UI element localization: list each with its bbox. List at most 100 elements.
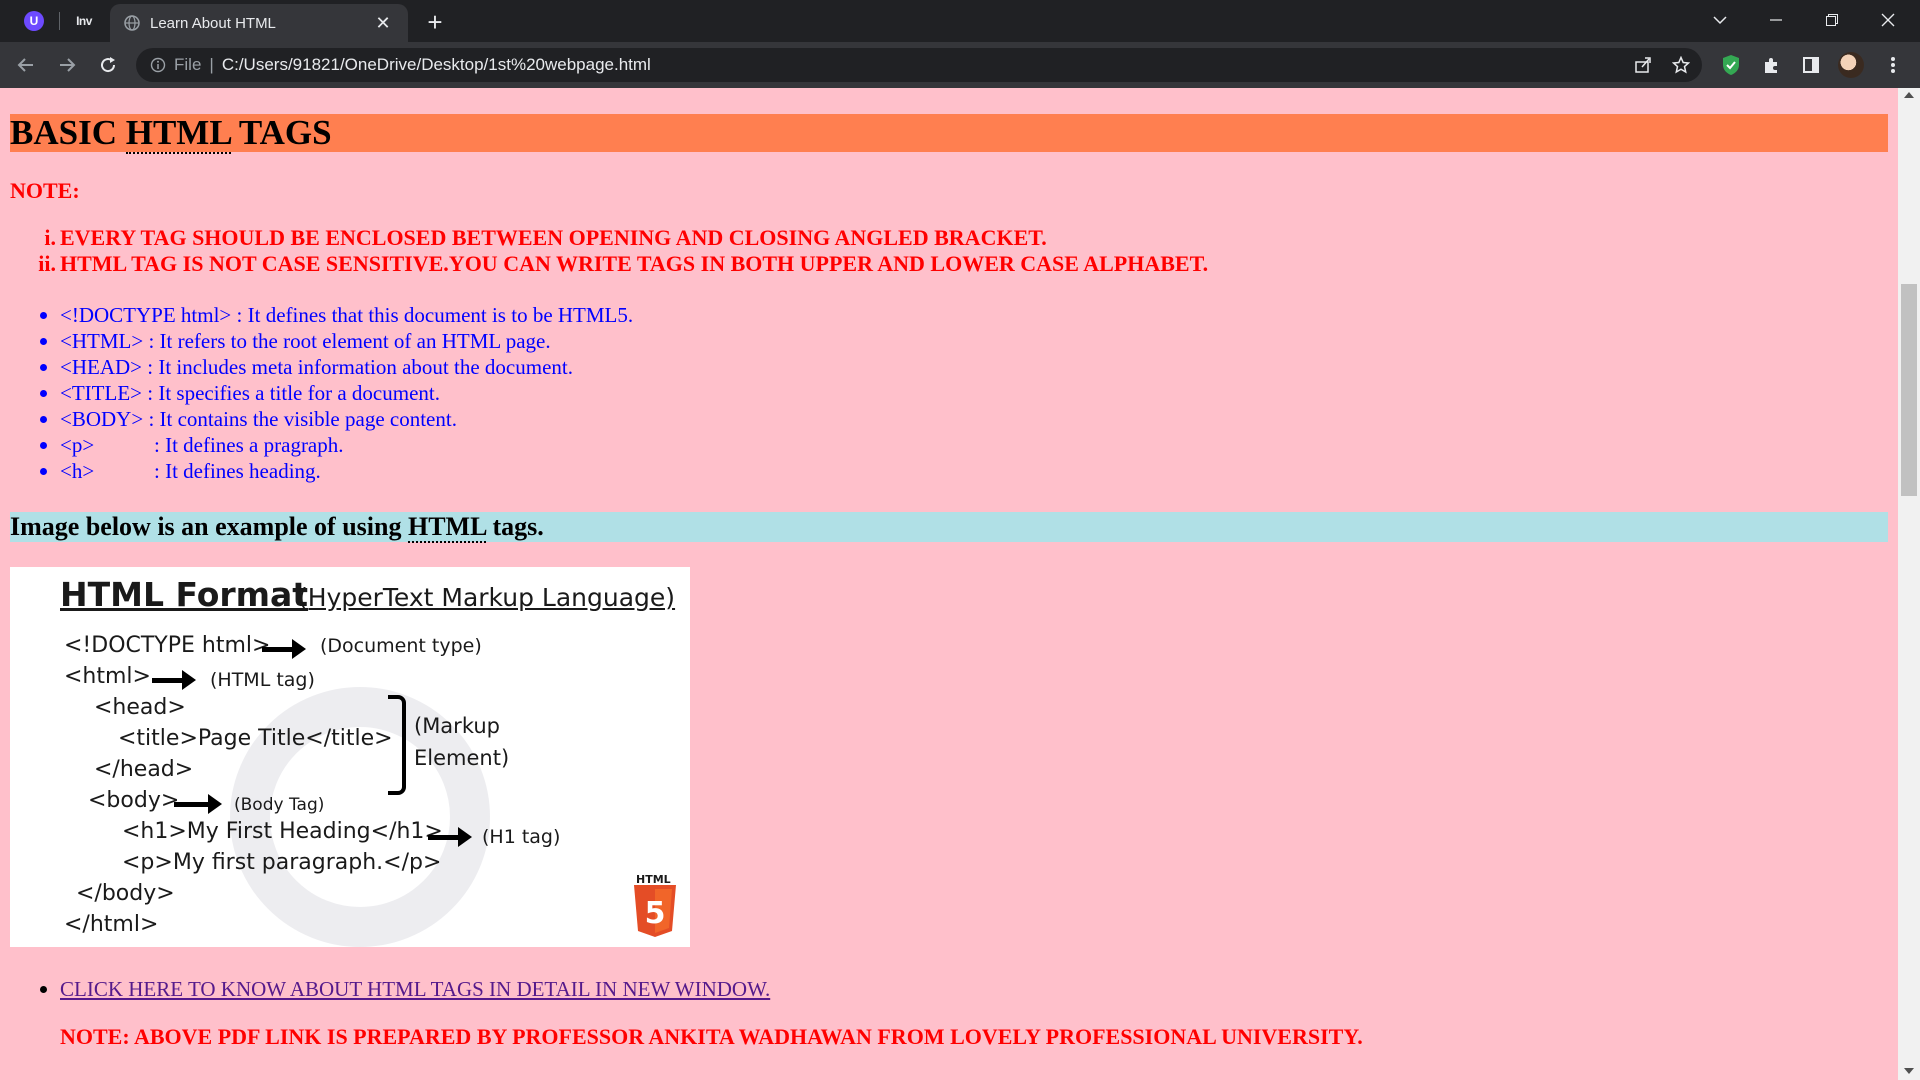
code-line: </body> [76, 881, 175, 906]
heading2-suffix: tags. [485, 512, 544, 541]
tab-close-icon[interactable]: ✕ [372, 13, 394, 34]
arrow-icon [152, 670, 196, 690]
note-number: i. [44, 225, 56, 250]
scroll-thumb[interactable] [1901, 284, 1917, 496]
note-label: NOTE: [10, 178, 80, 203]
note-item: ii. HTML TAG IS NOT CASE SENSITIVE.YOU C… [10, 251, 1208, 277]
pinned-tab-divider [59, 12, 60, 30]
annotation-label: (HTML tag) [210, 669, 315, 691]
note-number: ii. [38, 251, 56, 276]
tag-name: <p> [60, 433, 95, 457]
heading2-html-abbr: HTML [407, 512, 486, 543]
heading-suffix: TAGS [230, 113, 332, 152]
list-item: CLICK HERE TO KNOW ABOUT HTML TAGS IN DE… [10, 976, 770, 1002]
note-text: EVERY TAG SHOULD BE ENCLOSED BETWEEN OPE… [60, 225, 1047, 250]
tag-description: : It refers to the root element of an HT… [143, 329, 551, 353]
bracket-icon [388, 695, 406, 795]
image-title: HTML Format [60, 575, 309, 614]
tag-description: : It contains the visible page content. [143, 407, 457, 431]
bookmark-star-icon[interactable] [1666, 50, 1696, 80]
annotation-label: Element) [414, 746, 510, 770]
pinned-tab-inv[interactable]: Inv [62, 5, 106, 37]
heading2-prefix: Image below is an example of using [10, 512, 408, 541]
bullet-dot [40, 364, 47, 371]
forward-button[interactable] [51, 49, 83, 81]
code-line: <body> [88, 788, 180, 813]
share-icon[interactable] [1628, 50, 1658, 80]
tag-description: : It defines heading. [154, 459, 321, 483]
tag-description: : It includes meta information about the… [142, 355, 573, 379]
html-tags-detail-link[interactable]: CLICK HERE TO KNOW ABOUT HTML TAGS IN DE… [60, 977, 770, 1001]
scroll-down-arrow-icon[interactable] [1904, 1068, 1914, 1074]
list-item: <HEAD> : It includes meta information ab… [10, 354, 633, 380]
note-text: HTML TAG IS NOT CASE SENSITIVE.YOU CAN W… [60, 251, 1209, 276]
url-separator: | [209, 55, 214, 74]
tab-title: Learn About HTML [150, 14, 276, 32]
page-viewport: BASIC HTML TAGS NOTE: i. EVERY TAG SHOUL… [0, 88, 1898, 1080]
tab-active[interactable]: Learn About HTML ✕ [110, 4, 408, 42]
pinned-tab-proton[interactable]: U [12, 5, 56, 37]
note-item: i. EVERY TAG SHOULD BE ENCLOSED BETWEEN … [10, 225, 1208, 251]
bullet-dot [40, 986, 47, 993]
page-heading: BASIC HTML TAGS [10, 113, 1888, 154]
tag-name: <BODY> [60, 407, 144, 431]
new-tab-button[interactable]: + [420, 7, 450, 37]
arrow-icon [174, 794, 222, 814]
globe-icon [124, 15, 140, 31]
forward-arrow-icon [60, 58, 76, 72]
kebab-menu-icon[interactable] [1878, 50, 1908, 80]
heading-prefix: BASIC [10, 113, 126, 152]
url-text[interactable]: C:/Users/91821/OneDrive/Desktop/1st%20we… [222, 55, 651, 75]
annotation-label: (Document type) [320, 635, 482, 657]
heading-html-abbr: HTML [125, 113, 231, 154]
side-panel-icon[interactable] [1796, 50, 1826, 80]
tag-name: <h> [60, 459, 95, 483]
avatar-icon [1838, 52, 1864, 78]
reload-button[interactable] [92, 49, 124, 81]
restore-icon[interactable] [1804, 0, 1860, 40]
list-item: <!DOCTYPE html> : It defines that this d… [10, 302, 633, 328]
tag-description: : It specifies a title for a document. [142, 381, 440, 405]
shield-extension-icon[interactable] [1716, 50, 1746, 80]
code-line: </head> [94, 757, 194, 782]
inv-icon: Inv [76, 14, 92, 28]
list-item: <BODY> : It contains the visible page co… [10, 406, 633, 432]
list-item: <h> : It defines heading. [10, 458, 633, 484]
scroll-up-arrow-icon[interactable] [1904, 92, 1914, 98]
tag-description: : It defines that this document is to be… [231, 303, 634, 327]
arrow-icon [262, 639, 306, 659]
profile-avatar[interactable] [1836, 50, 1866, 80]
code-line: <p>My first paragraph.</p> [122, 850, 442, 875]
close-window-icon[interactable] [1860, 0, 1916, 40]
annotation-label: (H1 tag) [482, 826, 561, 848]
bullet-dot [40, 312, 47, 319]
browser-toolbar: File | C:/Users/91821/OneDrive/Desktop/1… [0, 42, 1920, 88]
tab-search-chevron-icon[interactable] [1692, 0, 1748, 40]
html5-logo-icon: 5 [634, 885, 676, 937]
bullet-dot [40, 416, 47, 423]
extensions-puzzle-icon[interactable] [1756, 50, 1786, 80]
html-format-image: HTML Format (HyperText Markup Language) … [10, 567, 690, 947]
code-line: <title>Page Title</title> [118, 726, 393, 751]
tag-name: <HEAD> [60, 355, 143, 379]
back-arrow-icon [17, 58, 33, 72]
code-line: <head> [94, 695, 186, 720]
proton-icon: U [24, 11, 44, 31]
bullet-dot [40, 390, 47, 397]
tag-list: <!DOCTYPE html> : It defines that this d… [10, 302, 633, 484]
list-item: <HTML> : It refers to the root element o… [10, 328, 633, 354]
code-line: </html> [64, 912, 159, 937]
info-icon[interactable] [150, 57, 166, 73]
page-scrollbar[interactable] [1898, 88, 1920, 1080]
minimize-icon[interactable] [1748, 0, 1804, 40]
note-list: i. EVERY TAG SHOULD BE ENCLOSED BETWEEN … [10, 225, 1208, 277]
list-item: <TITLE> : It specifies a title for a doc… [10, 380, 633, 406]
back-button[interactable] [10, 49, 42, 81]
bullet-dot [40, 338, 47, 345]
image-intro-heading: Image below is an example of using HTML … [10, 512, 1888, 543]
tag-name: <HTML> [60, 329, 144, 353]
tag-name: <TITLE> [60, 381, 142, 405]
address-bar[interactable]: File | C:/Users/91821/OneDrive/Desktop/1… [136, 48, 1702, 82]
bullet-dot [40, 442, 47, 449]
arrow-icon [428, 827, 472, 847]
